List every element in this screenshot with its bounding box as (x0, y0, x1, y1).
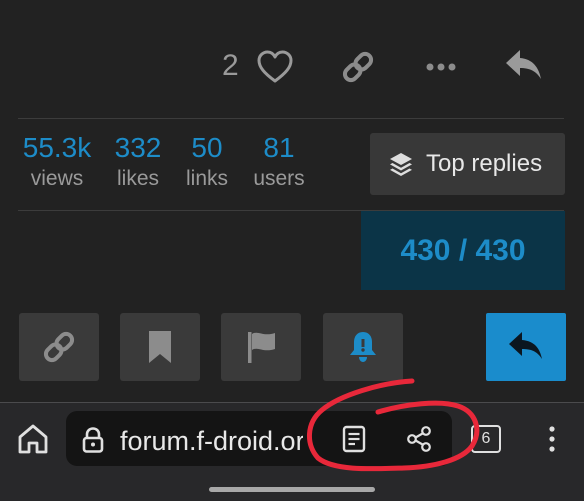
stat-links: 50 links (180, 130, 234, 192)
url-text[interactable]: forum.f-droid.org (120, 425, 303, 457)
bell-icon (350, 332, 376, 362)
stat-label: likes (116, 167, 159, 190)
flag-button[interactable] (221, 313, 301, 381)
like-count: 2 (222, 49, 239, 82)
stat-value: 81 (263, 132, 295, 163)
like-button[interactable] (256, 49, 294, 85)
gesture-navigation-bar[interactable] (209, 487, 375, 492)
browser-menu-button[interactable] (540, 422, 564, 456)
stat-users: 81 users (248, 130, 310, 192)
lock-icon[interactable] (82, 427, 104, 453)
reply-icon (509, 332, 542, 359)
divider (18, 118, 564, 119)
reply-to-post-button[interactable] (503, 46, 545, 86)
stat-value: 332 (114, 132, 162, 163)
stat-value: 55.3k (22, 132, 92, 163)
menu-icon (549, 426, 555, 452)
layers-icon (390, 153, 412, 176)
more-options-button[interactable] (422, 49, 460, 85)
stat-label: views (30, 167, 84, 190)
top-replies-label: Top replies (426, 150, 543, 177)
bookmark-button[interactable] (120, 313, 200, 381)
reader-mode-icon (342, 425, 366, 453)
link-icon (342, 51, 374, 83)
share-link-button[interactable] (19, 313, 99, 381)
flag-icon (248, 332, 275, 363)
share-button[interactable] (404, 424, 434, 454)
reply-icon (506, 50, 541, 79)
notification-button[interactable] (323, 313, 403, 381)
stat-label: links (185, 167, 228, 190)
stat-label: users (253, 167, 305, 190)
home-button[interactable] (16, 422, 50, 456)
top-replies-button[interactable]: Top replies (370, 133, 565, 195)
bookmark-icon (149, 331, 171, 363)
tabs-button[interactable]: 6 (471, 425, 501, 453)
ellipsis-icon (426, 63, 456, 71)
tab-count: 6 (481, 430, 491, 447)
reply-button[interactable] (486, 313, 566, 381)
stat-likes: 332 likes (110, 130, 166, 192)
post-progress[interactable]: 430 / 430 (361, 211, 565, 290)
heart-icon (257, 50, 293, 83)
copy-link-button[interactable] (339, 49, 377, 85)
reader-mode-button[interactable] (339, 424, 369, 454)
home-icon (18, 424, 48, 454)
stat-value: 50 (191, 132, 223, 163)
stat-views: 55.3k views (20, 130, 94, 192)
share-icon (407, 426, 431, 452)
link-icon (43, 331, 75, 363)
